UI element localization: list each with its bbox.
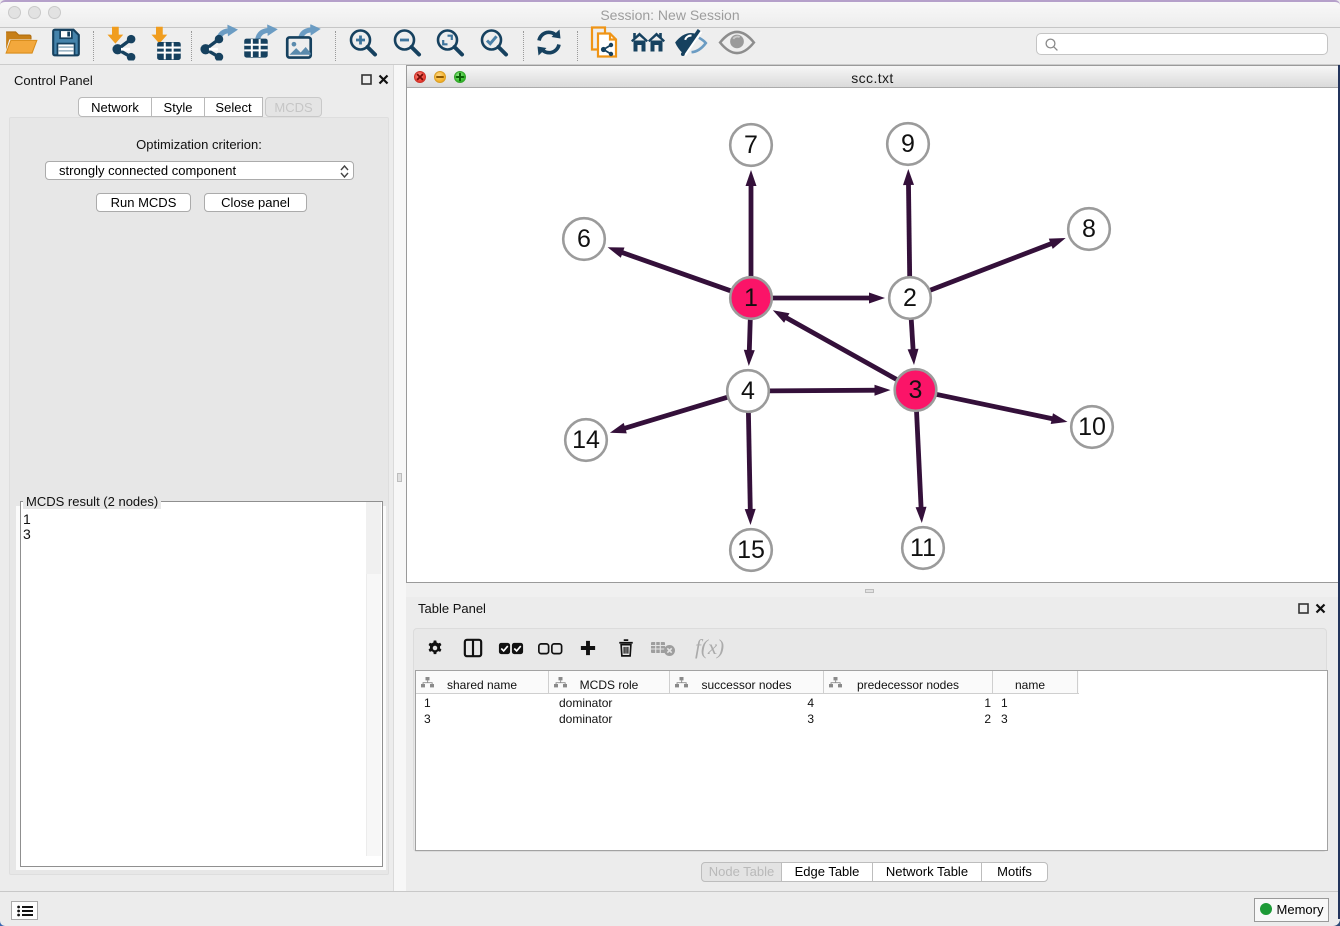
svg-text:2: 2 xyxy=(903,284,917,312)
svg-text:9: 9 xyxy=(901,130,915,158)
svg-text:11: 11 xyxy=(910,534,936,562)
svg-text:1: 1 xyxy=(744,284,758,312)
svg-text:14: 14 xyxy=(572,426,600,454)
svg-text:7: 7 xyxy=(744,131,758,159)
svg-text:3: 3 xyxy=(909,376,923,404)
svg-text:10: 10 xyxy=(1078,413,1106,441)
svg-text:8: 8 xyxy=(1082,215,1096,243)
svg-text:15: 15 xyxy=(737,536,765,564)
svg-text:4: 4 xyxy=(741,377,755,405)
svg-text:6: 6 xyxy=(577,225,591,253)
